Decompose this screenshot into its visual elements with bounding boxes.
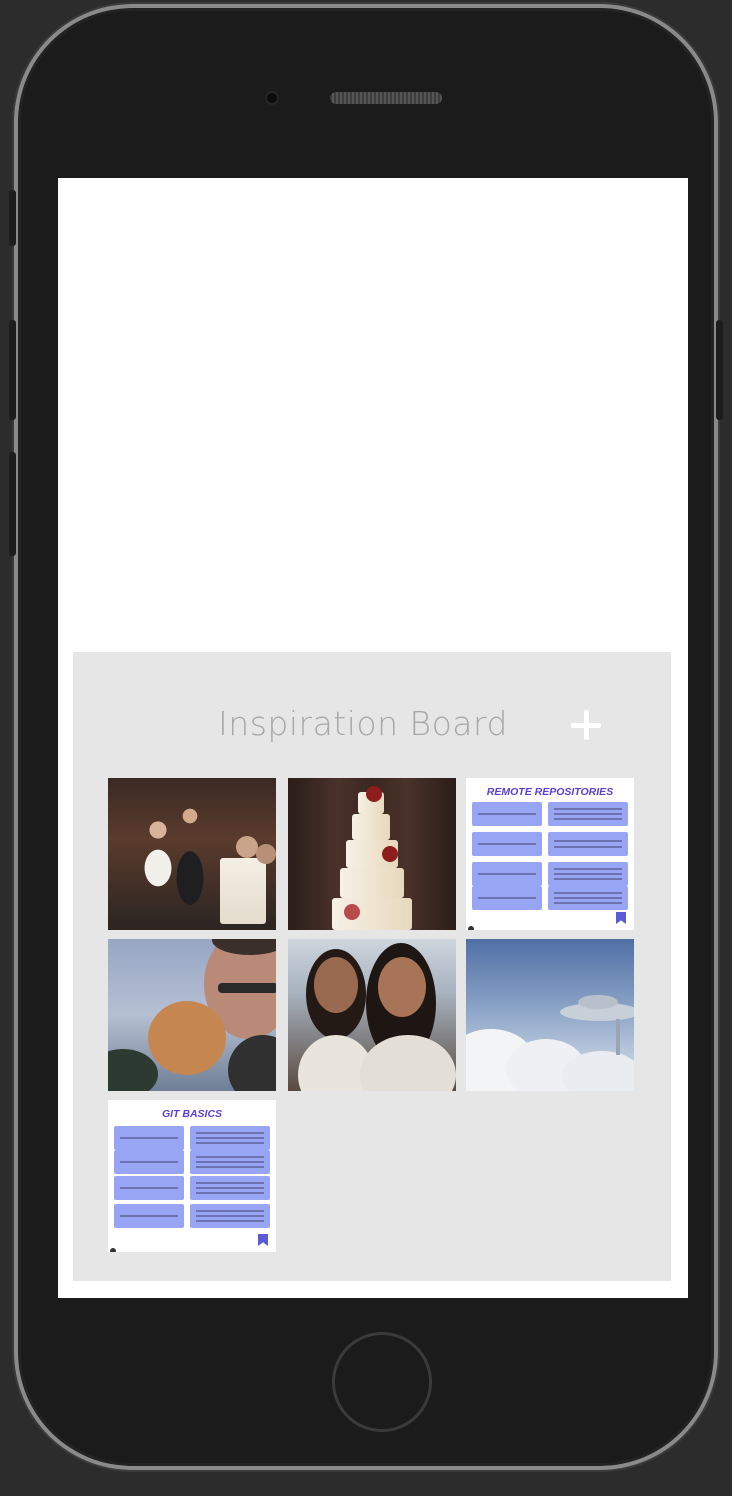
cat bbox=[148, 1001, 226, 1075]
volume-down-button[interactable] bbox=[9, 452, 16, 556]
inspiration-tile-remote-repositories[interactable]: REMOTE REPOSITORIES bbox=[466, 778, 634, 930]
doc-row bbox=[114, 1176, 270, 1200]
doc-title: REMOTE REPOSITORIES bbox=[486, 786, 614, 798]
cake-tier bbox=[340, 868, 404, 898]
doc-row bbox=[114, 1204, 270, 1228]
tree-silhouette bbox=[108, 1049, 158, 1091]
inspiration-tile-git-basics[interactable]: GIT BASICS bbox=[108, 1100, 276, 1252]
sugar-rose bbox=[382, 846, 398, 862]
inspiration-tile-cloud-city[interactable] bbox=[466, 939, 634, 1091]
city-dome bbox=[578, 995, 618, 1009]
doc-title: GIT BASICS bbox=[161, 1108, 223, 1120]
wedding-cake bbox=[220, 858, 266, 924]
doc-row bbox=[472, 802, 628, 826]
face bbox=[378, 957, 426, 1017]
mute-switch[interactable] bbox=[9, 190, 16, 246]
city-stem bbox=[616, 1019, 620, 1055]
source-logo-icon bbox=[110, 1248, 116, 1252]
earpiece-speaker bbox=[330, 92, 442, 104]
man-shirt bbox=[228, 1035, 276, 1091]
doc-row bbox=[472, 862, 628, 886]
inspiration-tile-friends-selfie[interactable] bbox=[288, 939, 456, 1091]
inspiration-tile-man-with-cat[interactable] bbox=[108, 939, 276, 1091]
sugar-rose bbox=[344, 904, 360, 920]
doc-row bbox=[114, 1150, 270, 1174]
glasses bbox=[218, 983, 276, 993]
home-button[interactable] bbox=[332, 1332, 432, 1432]
add-inspiration-button[interactable] bbox=[569, 708, 603, 742]
inspiration-tile-cake[interactable] bbox=[288, 778, 456, 930]
front-camera bbox=[265, 91, 279, 105]
board-title: Inspiration Board bbox=[218, 704, 508, 743]
doc-row bbox=[472, 832, 628, 856]
bookmark-icon bbox=[616, 912, 626, 924]
inspiration-tile-wedding[interactable] bbox=[108, 778, 276, 930]
inspiration-grid: REMOTE REPOSITORIES GIT BASICS bbox=[108, 778, 638, 1252]
guest-figure bbox=[236, 836, 258, 858]
sugar-rose bbox=[366, 786, 382, 802]
phone-screen: Inspiration Board REMOTE REPOSITORIES GI… bbox=[58, 178, 688, 1298]
inspiration-board: Inspiration Board REMOTE REPOSITORIES GI… bbox=[73, 652, 671, 1281]
guest-figure bbox=[256, 844, 276, 864]
power-button[interactable] bbox=[716, 320, 723, 420]
doc-row bbox=[472, 886, 628, 910]
bookmark-icon bbox=[258, 1234, 268, 1246]
source-logo-icon bbox=[468, 926, 474, 930]
volume-up-button[interactable] bbox=[9, 320, 16, 420]
doc-row bbox=[114, 1126, 270, 1150]
face bbox=[314, 957, 358, 1013]
cake-tier bbox=[352, 814, 390, 840]
